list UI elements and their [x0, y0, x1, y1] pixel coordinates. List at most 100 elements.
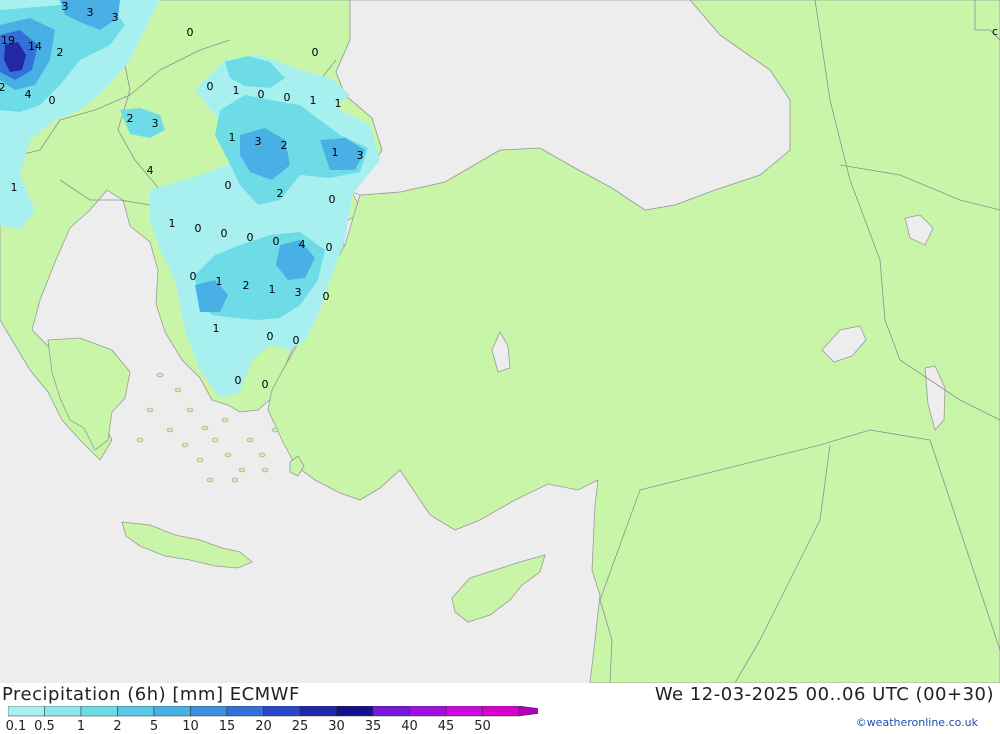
precip-value-label: 0: [221, 227, 228, 240]
precip-value-label: 1: [310, 94, 317, 107]
legend-swatch: [153, 706, 191, 717]
legend-swatch: [336, 706, 374, 717]
precip-value-label: 0: [312, 46, 319, 59]
legend-swatch: [372, 706, 410, 717]
legend-tick-label: 1: [76, 719, 86, 734]
legend-tick-label: 0.5: [34, 719, 55, 734]
island: [206, 477, 214, 483]
weather-map: 3 3 3 19 14 2 0 0 2 4 0 0 1 0 0 1 1 2 3 1 3 2 1 3 4 1 0 2 0 1 0 0 0 0 4 0 0 1…: [0, 0, 1000, 684]
precip-value-label: 1: [169, 217, 176, 230]
legend-tick-label: 10: [182, 719, 199, 734]
precip-value-label: 0: [284, 91, 291, 104]
precip-value-label: 1: [229, 131, 236, 144]
precip-value-label: 1: [269, 283, 276, 296]
precip-value-label: 14: [28, 40, 42, 53]
island: [136, 437, 144, 443]
island: [156, 372, 164, 378]
precip-value-label: 0: [225, 179, 232, 192]
legend-tick-label: 0.1: [5, 719, 27, 734]
island: [146, 407, 154, 413]
legend-swatch: [226, 706, 264, 717]
legend-tick-label: 40: [401, 719, 418, 734]
precip-value-label: 3: [152, 117, 159, 130]
precip-value-label: 4: [147, 164, 154, 177]
precip-value-label: 4: [299, 238, 306, 251]
legend-swatch: [190, 706, 228, 717]
credit-link[interactable]: ©weatheronline.co.uk: [856, 716, 978, 729]
island: [181, 442, 189, 448]
precip-value-label: 2: [281, 139, 288, 152]
island: [186, 407, 194, 413]
legend-swatch: [117, 706, 155, 717]
precip-value-label: 4: [25, 88, 32, 101]
precip-value-label: 0: [273, 235, 280, 248]
precip-value-label: 19: [1, 34, 15, 47]
island: [196, 457, 204, 463]
precip-value-label: 0: [195, 222, 202, 235]
precip-value-label: 0: [323, 290, 330, 303]
island: [238, 467, 246, 473]
legend-swatch: [299, 706, 337, 717]
legend-swatch: [8, 706, 45, 717]
legend-swatch: [482, 706, 520, 717]
precip-value-label: 1: [11, 181, 18, 194]
precip-value-label: 0: [207, 80, 214, 93]
precip-value-label: 1: [332, 146, 339, 159]
legend-swatch: [80, 706, 118, 717]
precip-value-label: 0: [258, 88, 265, 101]
precip-value-label: 0: [262, 378, 269, 391]
precip-value-label: 1: [213, 322, 220, 335]
precip-value-label: 0: [267, 330, 274, 343]
legend-tick-label: 2: [113, 719, 122, 734]
precip-value-label: 0: [247, 231, 254, 244]
legend-tick-label: 50: [474, 719, 491, 734]
precip-value-label: 3: [87, 6, 94, 19]
precip-value-label: 2: [243, 279, 250, 292]
legend-tick-label: 15: [218, 719, 236, 734]
island: [231, 477, 239, 483]
island: [211, 437, 219, 443]
precip-value-label: 3: [295, 286, 302, 299]
precip-value-label: 3: [255, 135, 262, 148]
valid-time: We 12-03-2025 00..06 UTC (00+30): [654, 684, 994, 705]
map-canvas: 3 3 3 19 14 2 0 0 2 4 0 0 1 0 0 1 1 2 3 1 3 2 1 3 4 1 0 2 0 1 0 0 0 0 4 0 0 1…: [0, 0, 1000, 684]
island: [224, 452, 232, 458]
precip-value-label: 0: [190, 270, 197, 283]
precip-value-label: 0: [293, 334, 300, 347]
legend-swatch: [263, 706, 301, 717]
precip-value-label: 0: [329, 193, 336, 206]
precip-value-label: 1: [216, 275, 223, 288]
legend-swatch: [44, 706, 82, 717]
precip-value-label: 0: [326, 241, 333, 254]
legend-tick-label: 35: [364, 719, 382, 734]
map-footer: Precipitation (6h) [mm] ECMWF We 12-03-2…: [0, 683, 1000, 734]
island: [174, 387, 182, 393]
precip-value-label: 2: [127, 112, 134, 125]
legend-tick-label: 30: [328, 719, 345, 734]
precip-value-label: 2: [57, 46, 64, 59]
legend-tick-label: 20: [255, 719, 272, 734]
precip-value-label: 3: [62, 0, 69, 13]
island: [261, 467, 269, 473]
legend-colorbar: [8, 706, 538, 717]
legend-swatch: [409, 706, 447, 717]
island: [271, 427, 279, 433]
precip-value-label: c: [992, 25, 998, 38]
precip-value-label: 1: [335, 97, 342, 110]
legend-swatch: [518, 706, 538, 717]
legend-tick-label: 45: [437, 719, 455, 734]
precip-value-label: 0: [187, 26, 194, 39]
legend-swatch: [445, 706, 483, 717]
legend-tick-label: 5: [149, 719, 159, 734]
island: [221, 417, 229, 423]
precip-value-label: 1: [233, 84, 240, 97]
precip-value-label: 3: [112, 11, 119, 24]
island: [258, 452, 266, 458]
island: [246, 437, 254, 443]
island: [166, 427, 174, 433]
island: [201, 425, 209, 431]
precip-value-label: 2: [0, 81, 6, 94]
precip-value-label: 0: [49, 94, 56, 107]
precip-value-label: 0: [235, 374, 242, 387]
legend-tick-label: 25: [291, 719, 309, 734]
